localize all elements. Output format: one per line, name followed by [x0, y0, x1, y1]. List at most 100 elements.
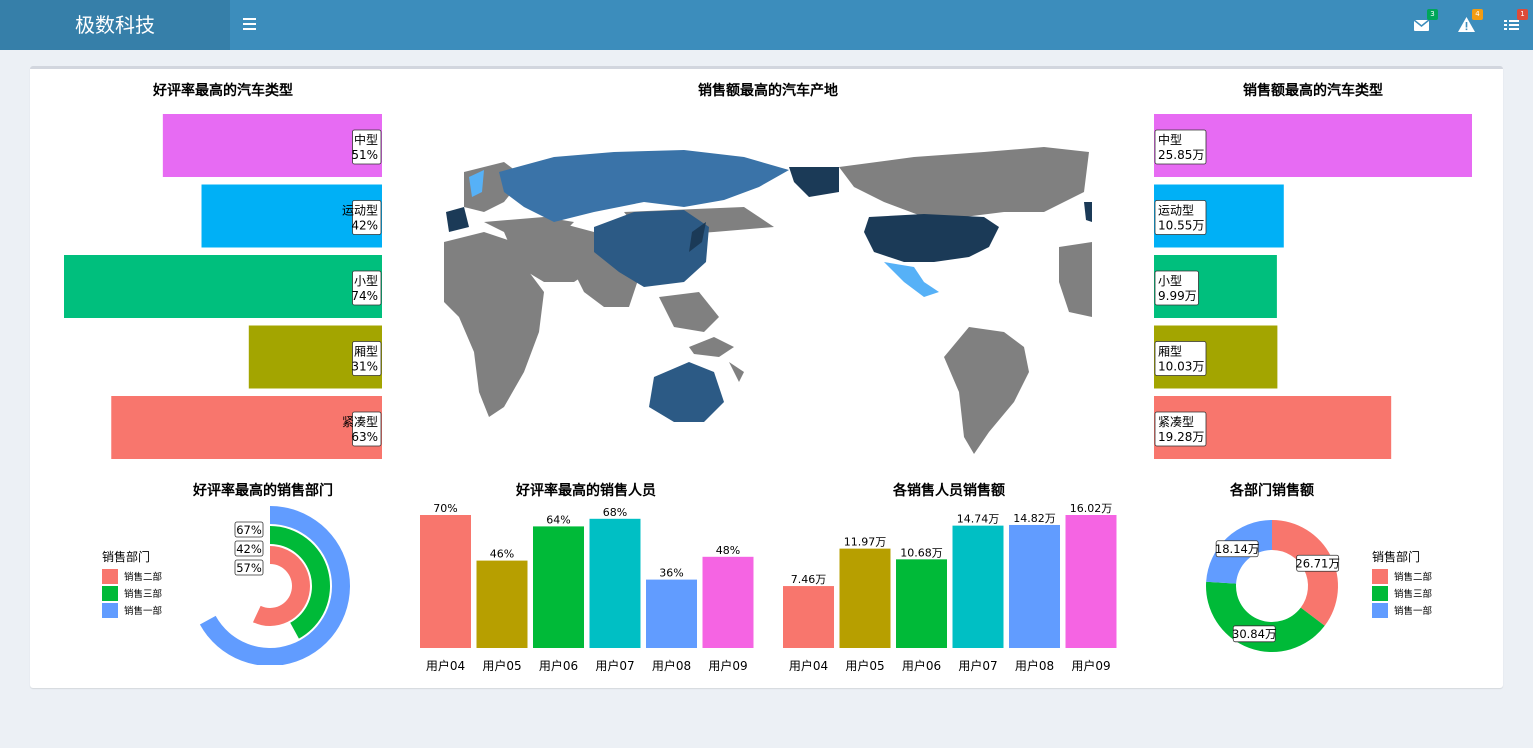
bar-label-4: 厢型31%: [351, 341, 382, 376]
svg-text:63%: 63%: [351, 430, 378, 444]
bar-value-label: 48%: [716, 544, 740, 557]
bar-value-label: 70%: [433, 502, 457, 515]
map-australia: [649, 362, 724, 422]
chart-title-staff-sales: 各销售人员销售额: [893, 483, 1005, 499]
bar-value-label: 16.02万: [1070, 502, 1113, 515]
svg-text:51%: 51%: [351, 148, 378, 162]
x-tick-label: 用户06: [539, 658, 578, 673]
legend: 销售部门销售二部销售三部销售一部: [1372, 549, 1432, 618]
svg-text:42%: 42%: [351, 219, 378, 233]
legend-swatch: [102, 603, 118, 618]
legend-label: 销售二部: [1394, 571, 1432, 583]
bar-用户08: [1009, 524, 1060, 648]
bar-用户07: [589, 518, 641, 648]
bar-value-label: 7.46万: [791, 573, 827, 586]
chart-title-dept-sales: 各部门销售额: [1230, 483, 1314, 499]
brand-logo[interactable]: 极数科技: [0, 0, 230, 50]
svg-text:9.99万: 9.99万: [1158, 289, 1197, 303]
x-tick-label: 用户07: [958, 658, 997, 673]
bar-value-label: 68%: [603, 506, 627, 519]
legend-title: 销售部门: [102, 549, 150, 564]
svg-text:厢型: 厢型: [354, 345, 378, 359]
chart-title-origin-map: 销售额最高的汽车产地: [698, 83, 838, 99]
svg-text:18.14万: 18.14万: [1215, 542, 1259, 556]
dept-sales-chart: 26.71万 30.84万 18.14万销售部门销售二部销售三部销售一部: [1206, 520, 1432, 652]
x-tick-label: 用户09: [1071, 658, 1110, 673]
staff-rating-chart: 70% 用户04 46% 用户05 64% 用户06 68% 用户07 36% 用户08 48% 用户…: [420, 502, 754, 673]
bar-value-label: 14.74万: [957, 513, 1000, 526]
bar-value-label: 64%: [546, 513, 570, 526]
bar-用户08: [646, 579, 697, 648]
legend-swatch: [1372, 569, 1388, 584]
radial-value-label: 42%: [234, 540, 264, 557]
chart-title-car-sales: 销售额最高的汽车类型: [1243, 83, 1383, 99]
legend-label: 销售三部: [124, 588, 162, 600]
legend-title: 销售部门: [1372, 549, 1420, 564]
chart-title-staff-rating: 好评率最高的销售人员: [516, 483, 656, 499]
staff-sales-chart: 7.46万用户04 11.97万用户05 10.68万用户06 14.74万用户07 1…: [783, 502, 1117, 673]
svg-text:厢型: 厢型: [1158, 345, 1182, 359]
svg-text:67%: 67%: [236, 523, 262, 537]
legend-swatch: [102, 586, 118, 601]
x-tick-label: 用户05: [845, 658, 884, 673]
bar-用户07: [952, 525, 1004, 648]
x-tick-label: 用户04: [789, 658, 828, 673]
hamburger-icon[interactable]: [243, 18, 258, 32]
bar-label-3: 小型74%: [351, 270, 382, 306]
legend-label: 销售二部: [124, 571, 162, 583]
svg-text:25.85万: 25.85万: [1158, 148, 1204, 162]
svg-text:运动型: 运动型: [342, 204, 378, 218]
legend: 销售部门销售二部销售三部销售一部: [102, 549, 162, 618]
bar-value-label: 11.97万: [844, 536, 887, 549]
origin-world-map: [444, 147, 1092, 454]
legend-label: 销售一部: [1394, 605, 1432, 617]
legend-swatch: [1372, 603, 1388, 618]
bar-value-label: 14.82万: [1013, 512, 1056, 525]
bar-用户04: [783, 586, 834, 648]
bar-用户06: [896, 559, 947, 648]
dept-rating-chart: 67% 42% 57% 销售部门销售二部销售三部销售一部: [102, 506, 350, 665]
donut-value-label: 18.14万: [1215, 540, 1259, 558]
svg-text:74%: 74%: [351, 289, 378, 303]
tasks-badge: 1: [1517, 9, 1528, 20]
x-tick-label: 用户09: [708, 658, 747, 673]
radial-value-label: 67%: [234, 521, 264, 538]
chart-title-dept-rating: 好评率最高的销售部门: [193, 483, 333, 499]
svg-text:小型: 小型: [354, 274, 378, 288]
bar-用户05: [839, 548, 891, 648]
warning-icon[interactable]: 4: [1456, 9, 1483, 36]
svg-text:19.28万: 19.28万: [1158, 430, 1204, 444]
radial-value-label: 57%: [234, 559, 264, 576]
bar-用户04: [420, 515, 471, 648]
svg-text:31%: 31%: [351, 360, 378, 374]
svg-text:中型: 中型: [354, 132, 378, 147]
svg-text:紧凑型: 紧凑型: [342, 415, 378, 429]
x-tick-label: 用户05: [482, 658, 521, 673]
svg-text:10.55万: 10.55万: [1158, 219, 1204, 233]
svg-text:26.71万: 26.71万: [1295, 556, 1339, 570]
envelope-icon[interactable]: 3: [1411, 9, 1438, 36]
bar-label-2: 运动型10.55万: [1154, 200, 1207, 235]
svg-text:57%: 57%: [236, 561, 262, 575]
bar-1: [162, 114, 382, 177]
legend-swatch: [102, 569, 118, 584]
bar-label-5: 紧凑型19.28万: [1154, 411, 1207, 447]
tasks-icon[interactable]: 1: [1501, 9, 1528, 36]
car-rating-chart: 中型51% 运动型42% 小型74% 厢型31% 紧凑型63%: [64, 114, 383, 459]
bar-value-label: 10.68万: [900, 546, 943, 559]
legend-label: 销售一部: [124, 605, 162, 617]
bar-用户09: [702, 556, 754, 648]
legend-swatch: [1372, 586, 1388, 601]
donut-value-label: 30.84万: [1232, 625, 1276, 643]
donut-value-label: 26.71万: [1295, 554, 1340, 572]
svg-text:运动型: 运动型: [1158, 204, 1194, 218]
warning-badge: 4: [1472, 9, 1483, 20]
svg-text:小型: 小型: [1158, 274, 1182, 288]
x-tick-label: 用户04: [426, 658, 465, 673]
svg-text:紧凑型: 紧凑型: [1158, 415, 1194, 429]
chart-title-car-rating: 好评率最高的汽车类型: [153, 83, 293, 99]
svg-text:10.03万: 10.03万: [1158, 360, 1204, 374]
donut-slice-1: [1272, 520, 1338, 626]
bar-label-1: 中型25.85万: [1154, 129, 1207, 165]
bar-用户05: [476, 560, 528, 648]
